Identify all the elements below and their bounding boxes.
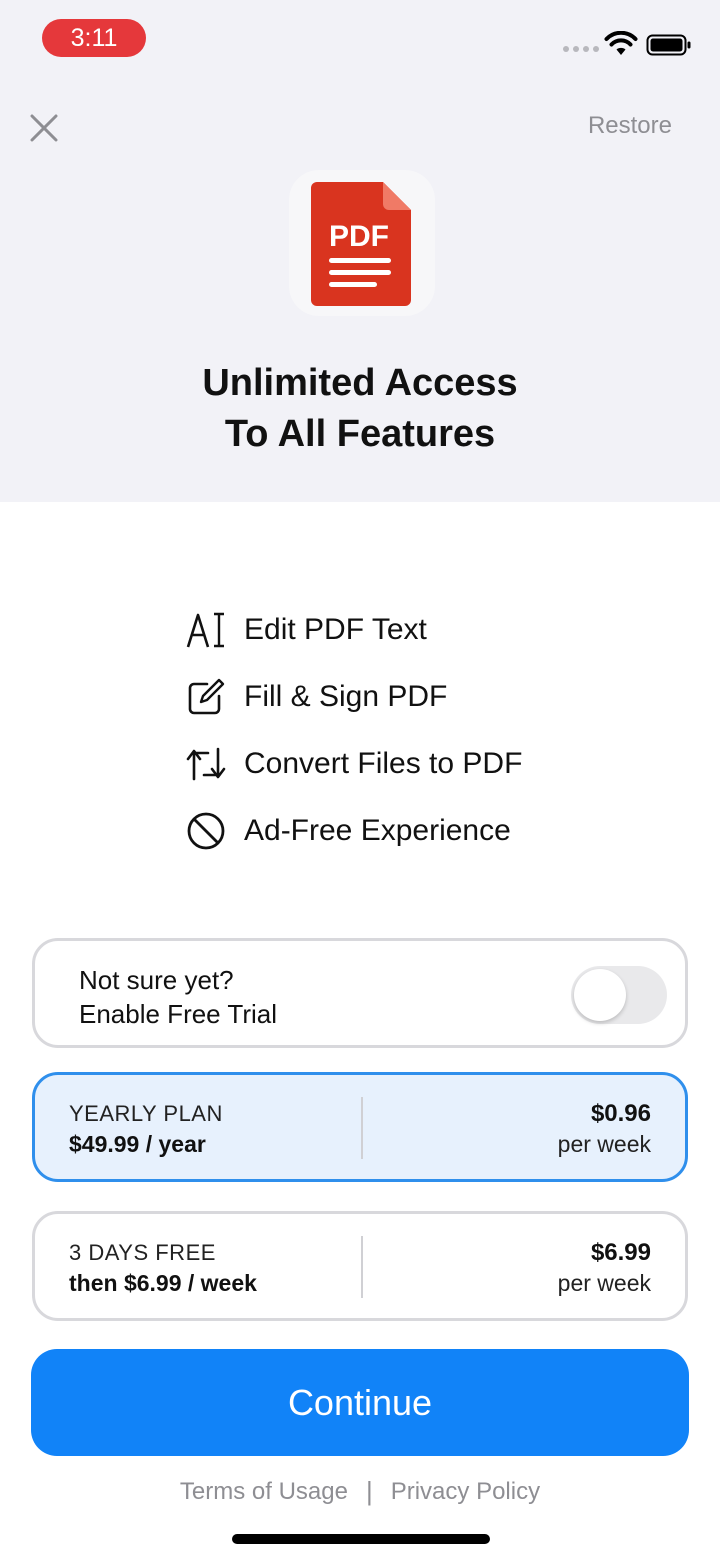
convert-arrows-icon (184, 742, 228, 786)
free-trial-text: Not sure yet? Enable Free Trial (79, 963, 277, 1031)
plan-price: then $6.99 / week (69, 1270, 257, 1296)
restore-button[interactable]: Restore (588, 112, 672, 140)
plan-unit: per week (557, 1131, 651, 1157)
feature-label: Convert Files to PDF (244, 746, 523, 780)
plan-name: 3 DAYS FREE (69, 1240, 216, 1265)
status-time: 3:11 (42, 19, 146, 57)
page-title-line-1: Unlimited Access (202, 362, 518, 404)
footer-separator: | (365, 1476, 373, 1506)
pdf-document-icon: PDF (311, 182, 411, 306)
feature-label: Edit PDF Text (244, 612, 427, 646)
page-title-line-2: To All Features (224, 413, 496, 455)
plan-price: $49.99 / year (69, 1131, 206, 1157)
plan-rate: $6.99 (590, 1239, 651, 1266)
plan-unit: per week (557, 1270, 651, 1296)
cellular-signal-icon (563, 46, 599, 52)
no-ads-icon (184, 809, 228, 853)
home-indicator (232, 1534, 490, 1544)
plan-option-weekly[interactable]: 3 DAYS FREE then $6.99 / week $6.99 per … (32, 1211, 688, 1321)
page-title: Unlimited Access To All Features (0, 358, 720, 460)
app-icon: PDF (289, 170, 435, 316)
edit-text-icon (184, 608, 228, 652)
toggle-knob (574, 969, 626, 1021)
privacy-link[interactable]: Privacy Policy (391, 1478, 540, 1506)
close-icon[interactable] (28, 112, 60, 144)
free-trial-card: Not sure yet? Enable Free Trial (32, 938, 688, 1048)
feature-label: Ad-Free Experience (244, 813, 511, 847)
free-trial-toggle[interactable] (571, 966, 667, 1024)
wifi-icon (604, 31, 638, 55)
free-trial-line-1: Not sure yet? (79, 965, 234, 995)
feature-item: Fill & Sign PDF (184, 663, 522, 730)
free-trial-line-2: Enable Free Trial (79, 999, 277, 1029)
pencil-square-icon (184, 675, 228, 719)
feature-item: Ad-Free Experience (184, 797, 522, 864)
feature-list: Edit PDF Text Fill & Sign PDF Convert Fi… (184, 596, 522, 864)
battery-icon (646, 34, 691, 56)
plan-option-yearly[interactable]: YEARLY PLAN $49.99 / year $0.96 per week (32, 1072, 688, 1182)
feature-item: Edit PDF Text (184, 596, 522, 663)
terms-link[interactable]: Terms of Usage (180, 1478, 348, 1506)
continue-button[interactable]: Continue (31, 1349, 689, 1456)
plan-rate: $0.96 (590, 1100, 651, 1127)
feature-label: Fill & Sign PDF (244, 679, 448, 713)
plan-divider (361, 1236, 363, 1298)
pdf-icon-label: PDF (329, 220, 389, 253)
footer-links: Terms of Usage | Privacy Policy (0, 1476, 720, 1507)
plan-name: YEARLY PLAN (69, 1101, 223, 1126)
plan-divider (361, 1097, 363, 1159)
feature-item: Convert Files to PDF (184, 730, 522, 797)
status-bar: 3:11 (0, 0, 720, 80)
